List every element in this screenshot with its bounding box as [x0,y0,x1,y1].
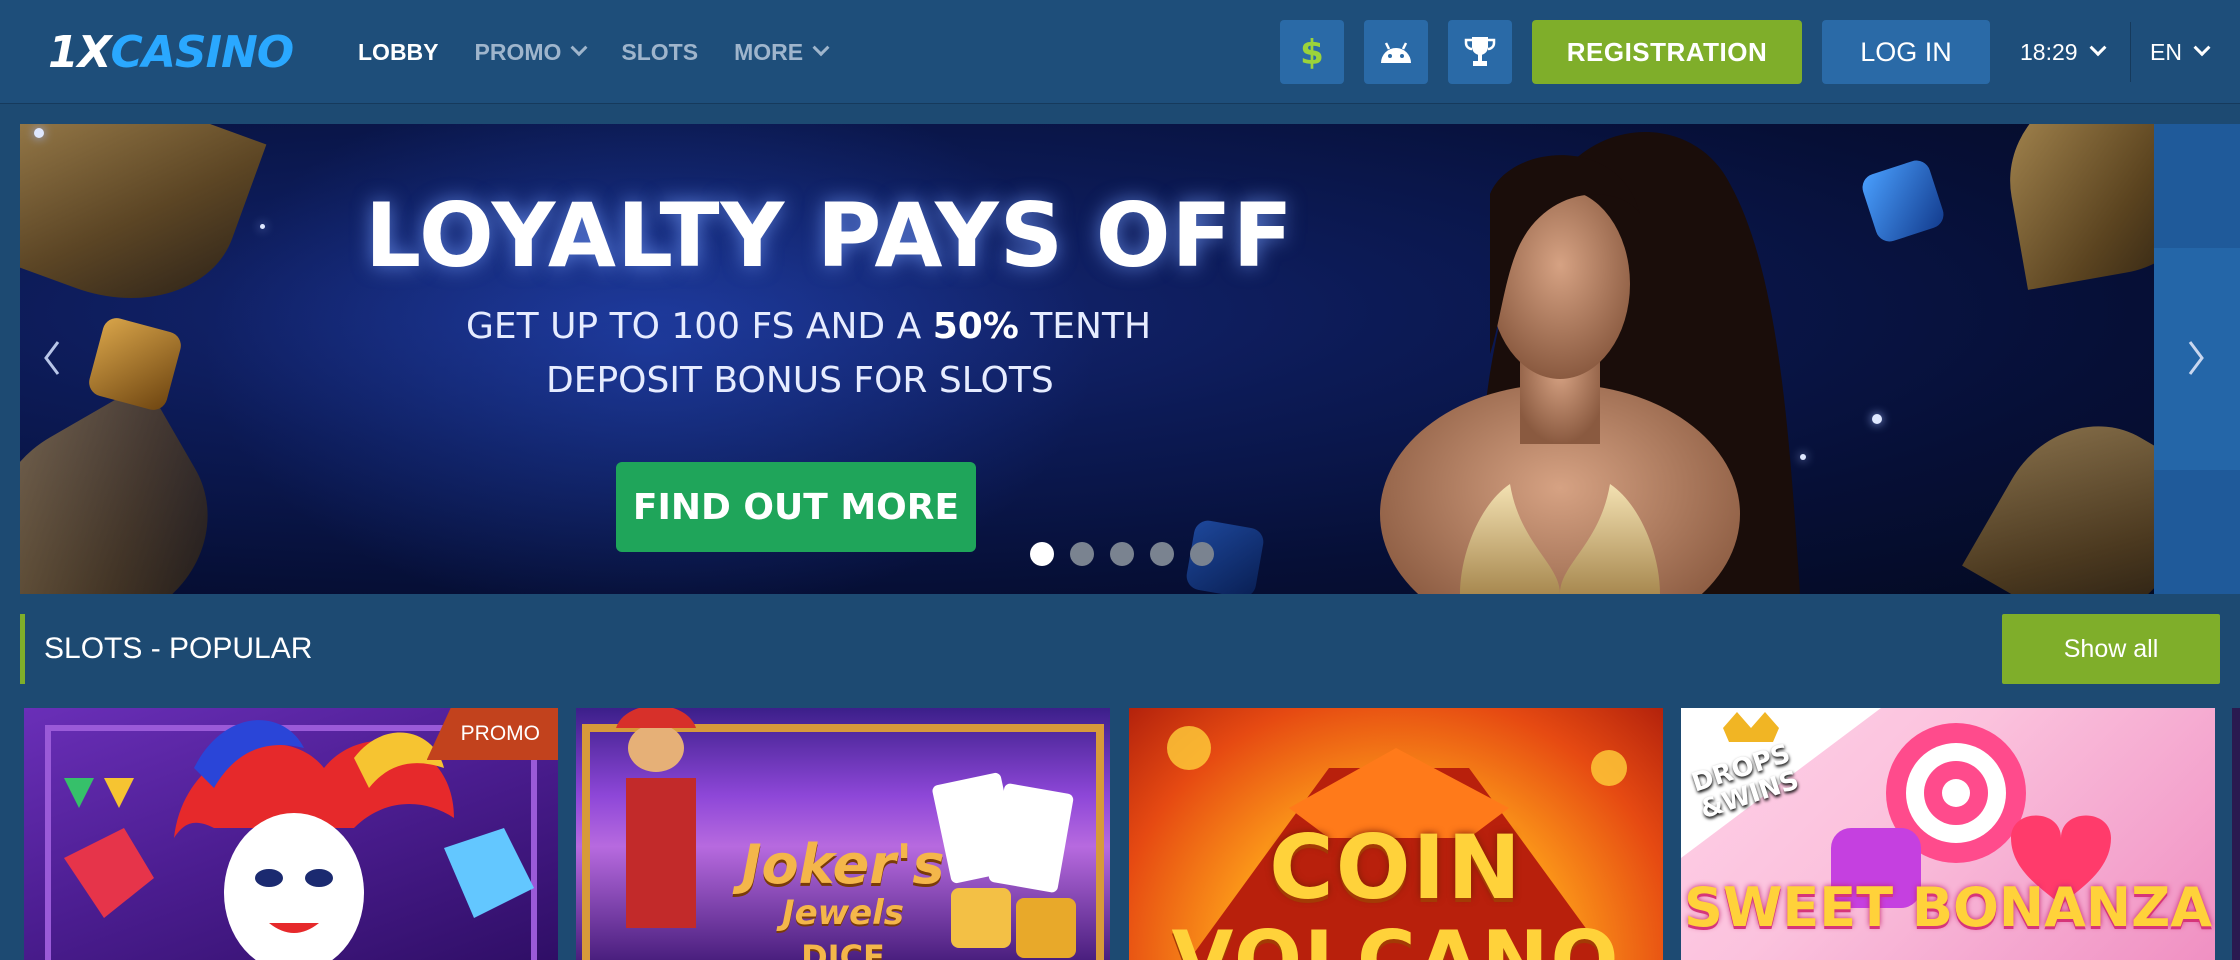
chevron-right-icon [2188,341,2204,375]
sparkle [260,224,265,229]
header-divider [2130,22,2131,82]
game-title-line1: COIN [1269,816,1523,919]
game-title: SWEET BONANZA [1683,876,2213,939]
banner-subtitle-line1: GET UP TO 100 FS AND A 50% TENTH [350,300,1280,354]
decor-leaf [1962,392,2154,594]
chevron-down-icon [2089,39,2107,57]
chevron-left-icon [44,341,60,375]
pagination-dot-5[interactable] [1190,542,1214,566]
android-icon [1381,42,1411,63]
nav-item-label: PROMO [474,38,562,65]
android-app-button[interactable] [1364,20,1428,84]
nav-item-label: SLOTS [621,38,699,65]
section-accent-bar [20,614,25,684]
login-button[interactable]: LOG IN [1822,20,1990,84]
language-selector[interactable]: EN [2150,0,2211,104]
pagination-dot-3[interactable] [1110,542,1134,566]
chevron-down-icon [812,39,830,57]
banner-pagination [1030,542,1214,566]
clock-time: 18:29 [2020,38,2078,65]
tournaments-button[interactable] [1448,20,1512,84]
model-illustration [1380,132,1800,594]
game-title-line1: Joker's [741,833,945,896]
pagination-dot-4[interactable] [1150,542,1174,566]
dice-gold-decor [86,315,184,413]
banner-subtitle: GET UP TO 100 FS AND A 50% TENTH DEPOSIT… [350,300,1280,408]
game-title-line3: DICE [801,938,885,960]
game-card-jokers-jewels-dice[interactable]: Joker's Jewels DICE [576,708,1110,960]
banner-title: LOYALTY PAYS OFF [365,184,1294,287]
clock-dropdown[interactable]: 18:29 [2020,0,2107,104]
nav-item-label: MORE [734,38,804,65]
nav-item-promo[interactable]: PROMO [474,38,588,66]
show-all-button[interactable]: Show all [2002,614,2220,684]
top-header: 1X CASINO LOBBY PROMO SLOTS MORE $ REGIS… [0,0,2240,104]
logo-part-1: 1X [48,26,112,78]
game-title-line2: VOLCANO [1129,914,1663,960]
decor-leaf [1995,124,2154,290]
nav-item-slots[interactable]: SLOTS [621,39,698,66]
game-card-partial[interactable] [2232,708,2240,960]
svg-text:$: $ [1300,33,1324,72]
deposit-button[interactable]: $ [1280,20,1344,84]
sparkle [34,128,44,138]
banner-next-button[interactable] [2154,124,2240,594]
site-logo[interactable]: 1X CASINO [48,26,295,78]
subtitle-text: GET UP TO 100 FS AND A [466,306,922,347]
game-card-sweet-bonanza[interactable]: DROPS &WINS SWEET BONANZA [1681,708,2215,960]
pagination-dot-1[interactable] [1030,542,1054,566]
dollar-icon: $ [1300,33,1324,72]
promo-banner[interactable]: LOYALTY PAYS OFF GET UP TO 100 FS AND A … [20,124,2154,594]
find-out-more-button[interactable]: FIND OUT MORE [616,462,976,552]
game-title-line2: Jewels [781,893,905,933]
main-nav: LOBBY PROMO SLOTS MORE [358,0,830,104]
banner-prev-button[interactable] [40,334,64,382]
nav-item-label: LOBBY [358,38,439,65]
trophy-icon [1464,37,1496,66]
pagination-dot-2[interactable] [1070,542,1094,566]
language-code: EN [2150,38,2182,65]
nav-item-lobby[interactable]: LOBBY [358,39,439,66]
section-title: SLOTS - POPULAR [44,632,313,665]
chevron-down-icon [570,39,588,57]
game-card-jokers-jewels[interactable]: PROMO [24,708,558,960]
game-card-coin-volcano[interactable]: COIN VOLCANO [1129,708,1663,960]
subtitle-text: TENTH [1030,306,1152,347]
bonus-percent: 50% [932,306,1019,347]
registration-button[interactable]: REGISTRATION [1532,20,1802,84]
popular-slots-section-header: SLOTS - POPULAR Show all [20,614,2220,684]
chevron-down-icon [2193,39,2211,57]
nav-item-more[interactable]: MORE [734,38,830,66]
logo-part-2: CASINO [110,26,295,78]
banner-subtitle-line2: DEPOSIT BONUS FOR SLOTS [546,360,1054,401]
